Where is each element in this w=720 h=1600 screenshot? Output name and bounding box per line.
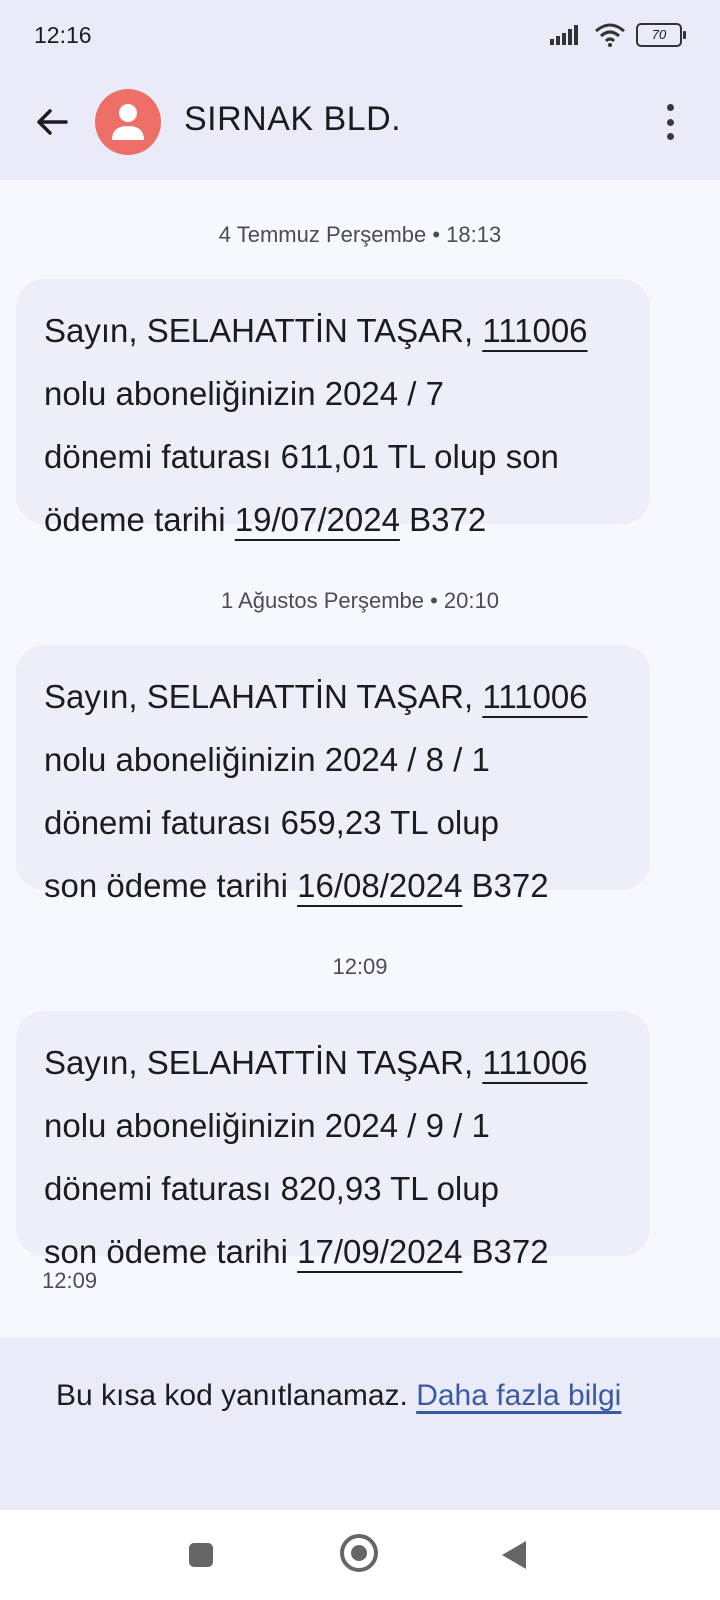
app-bar: SIRNAK BLD. bbox=[0, 72, 720, 180]
message-text: B372 bbox=[399, 501, 487, 538]
more-options-button[interactable] bbox=[660, 100, 680, 144]
message-bubble[interactable]: Sayın, SELAHATTİN TAŞAR, 111006 nolu abo… bbox=[16, 645, 650, 904]
message-text: Sayın, SELAHATTİN TAŞAR, bbox=[44, 312, 483, 349]
message-text: dönemi faturası 820,93 TL olup bbox=[44, 1170, 499, 1207]
date-link[interactable]: 16/08/2024 bbox=[297, 867, 462, 904]
message-timestamp: 12:09 bbox=[42, 1268, 98, 1293]
message-text: nolu aboneliğinizin 2024 / 8 / 1 bbox=[44, 741, 490, 778]
message-text: Sayın, SELAHATTİN TAŞAR, bbox=[44, 1044, 483, 1081]
status-bar: 12:16 70 bbox=[0, 0, 720, 72]
notice-text: Bu kısa kod yanıtlanamaz. bbox=[56, 1379, 417, 1412]
message-bubble[interactable]: Sayın, SELAHATTİN TAŞAR, 111006 nolu abo… bbox=[16, 279, 650, 538]
account-number-link[interactable]: 111006 bbox=[482, 1044, 587, 1081]
date-divider: 1 Ağustos Perşembe • 20:10 bbox=[221, 588, 499, 613]
date-link[interactable]: 17/09/2024 bbox=[297, 1233, 462, 1270]
dot bbox=[666, 133, 674, 140]
message-text: ödeme tarihi bbox=[44, 501, 235, 538]
wifi-icon bbox=[595, 23, 625, 47]
avatar[interactable] bbox=[95, 89, 161, 155]
contact-name[interactable]: SIRNAK BLD. bbox=[184, 100, 401, 139]
message-text: nolu aboneliğinizin 2024 / 9 / 1 bbox=[44, 1107, 490, 1144]
message-text: son ödeme tarihi bbox=[44, 867, 298, 904]
status-time: 12:16 bbox=[34, 22, 92, 48]
battery-icon: 70 bbox=[636, 23, 686, 47]
nav-back-button[interactable] bbox=[502, 1541, 526, 1569]
more-info-link[interactable]: Daha fazla bilgi bbox=[416, 1379, 621, 1412]
account-number-link[interactable]: 111006 bbox=[482, 678, 587, 715]
message-text: B372 bbox=[462, 1233, 549, 1270]
account-number-link[interactable]: 111006 bbox=[482, 312, 587, 349]
dot bbox=[666, 118, 674, 126]
date-link[interactable]: 19/07/2024 bbox=[235, 501, 400, 538]
signal-icon bbox=[550, 25, 578, 45]
home-button[interactable] bbox=[340, 1534, 378, 1572]
person-icon bbox=[112, 104, 144, 140]
back-button[interactable] bbox=[28, 98, 76, 146]
message-text: B372 bbox=[462, 867, 549, 904]
arrow-left-icon bbox=[37, 109, 68, 135]
dot bbox=[666, 104, 674, 111]
message-text: Sayın, SELAHATTİN TAŞAR, bbox=[44, 678, 483, 715]
message-text: dönemi faturası 611,01 TL olup son bbox=[44, 438, 559, 475]
date-divider: 4 Temmuz Perşembe • 18:13 bbox=[218, 222, 502, 247]
message-text: son ödeme tarihi bbox=[44, 1233, 298, 1270]
message-text: nolu aboneliğinizin 2024 / 7 bbox=[44, 375, 444, 412]
home-icon bbox=[351, 1545, 367, 1561]
reply-disabled-notice: Bu kısa kod yanıtlanamaz. Daha fazla bil… bbox=[0, 1338, 720, 1510]
recents-button[interactable] bbox=[189, 1543, 213, 1567]
message-bubble[interactable]: Sayın, SELAHATTİN TAŞAR, 111006 nolu abo… bbox=[16, 1011, 650, 1270]
date-divider: 12:09 bbox=[332, 954, 388, 979]
status-icons: 70 bbox=[550, 20, 686, 50]
navigation-bar bbox=[0, 1510, 720, 1600]
message-text: dönemi faturası 659,23 TL olup bbox=[44, 804, 499, 841]
